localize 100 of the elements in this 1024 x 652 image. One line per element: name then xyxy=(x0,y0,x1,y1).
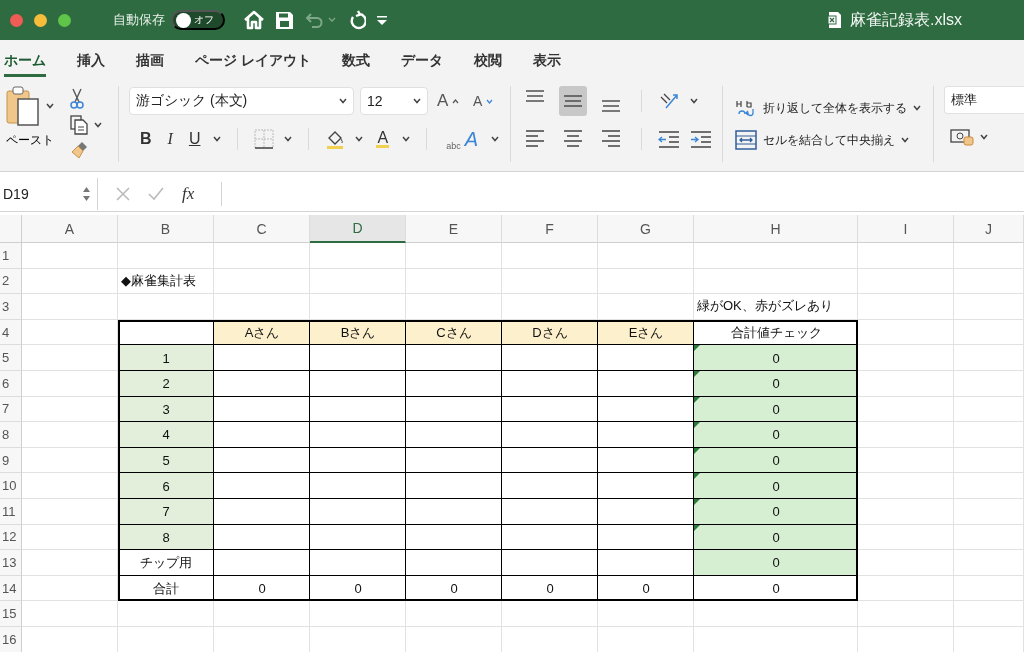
paintbrush-icon[interactable] xyxy=(70,140,90,160)
ribbon-tab[interactable]: データ xyxy=(400,40,443,77)
caret-icon[interactable] xyxy=(284,136,293,142)
column-header[interactable]: A xyxy=(22,215,118,243)
customize-menu-icon[interactable] xyxy=(376,14,388,26)
wrap-text-icon xyxy=(735,98,757,118)
column-header[interactable]: J xyxy=(954,215,1024,243)
check-cell: 0 xyxy=(694,498,858,525)
round-label-cell: 1 xyxy=(118,345,214,371)
sheet-cell xyxy=(954,345,1024,371)
table-cell: 合計 xyxy=(118,575,214,602)
number-format-dropdown[interactable]: 標準 xyxy=(944,86,1024,114)
column-header[interactable]: C xyxy=(214,215,310,243)
align-center-icon[interactable] xyxy=(563,128,583,148)
bold-button[interactable]: B xyxy=(137,128,155,150)
caret-icon[interactable] xyxy=(339,98,347,104)
window-control-icon[interactable] xyxy=(34,13,47,27)
align-right-icon[interactable] xyxy=(601,128,621,148)
row-header[interactable]: 2 xyxy=(0,268,22,295)
table-cell: チップ用 xyxy=(118,550,214,576)
home-icon[interactable] xyxy=(243,10,265,30)
accounting-format-icon[interactable] xyxy=(950,128,974,146)
checkmark-icon[interactable] xyxy=(148,186,164,201)
caret-icon[interactable] xyxy=(980,134,988,140)
row-header[interactable]: 11 xyxy=(0,498,22,525)
ribbon-tab[interactable]: 表示 xyxy=(532,40,561,77)
italic-button[interactable]: I xyxy=(164,128,176,150)
decrease-font-size-button[interactable]: A xyxy=(470,91,500,111)
player-header-cell: Dさん xyxy=(502,319,598,346)
round-label-cell: 6 xyxy=(118,473,214,499)
table-cell: 0 xyxy=(598,575,694,602)
row-header[interactable]: 4 xyxy=(0,319,22,346)
row-header[interactable]: 7 xyxy=(0,396,22,423)
redo-icon[interactable] xyxy=(348,10,366,30)
copy-icon[interactable] xyxy=(70,115,88,135)
insert-function-button[interactable]: fx xyxy=(182,183,195,204)
ribbon-tab[interactable]: 描画 xyxy=(136,40,164,77)
sheet-cell xyxy=(954,422,1024,448)
caret-icon[interactable] xyxy=(355,136,364,142)
caret-icon[interactable] xyxy=(402,136,411,142)
underline-button[interactable]: U xyxy=(185,128,204,150)
row-header[interactable]: 6 xyxy=(0,370,22,397)
borders-icon[interactable] xyxy=(254,129,275,149)
column-header[interactable]: D xyxy=(310,215,406,243)
sheet-cell xyxy=(954,243,1024,269)
font-name-dropdown[interactable]: 游ゴシック (本文) xyxy=(129,87,354,115)
align-left-icon[interactable] xyxy=(525,128,545,148)
check-cell: 0 xyxy=(694,422,858,448)
vertical-align-button[interactable] xyxy=(559,86,587,116)
row-header[interactable]: 1 xyxy=(0,243,22,269)
merge-cells-icon xyxy=(735,130,757,150)
caret-icon[interactable] xyxy=(213,136,222,142)
autosave-toggle[interactable]: オフ xyxy=(171,10,225,30)
row-header[interactable]: 12 xyxy=(0,524,22,551)
row-header[interactable]: 3 xyxy=(0,294,22,320)
ribbon-tab[interactable]: ページ レイアウト xyxy=(195,40,311,77)
row-header[interactable]: 14 xyxy=(0,575,22,602)
caret-icon[interactable] xyxy=(901,137,909,143)
row-header[interactable]: 13 xyxy=(0,550,22,576)
caret-icon[interactable] xyxy=(690,98,698,104)
merge-center-button[interactable]: セルを結合して中央揃え xyxy=(733,128,923,152)
column-header[interactable]: G xyxy=(598,215,694,243)
ribbon-tab[interactable]: 挿入 xyxy=(77,40,105,77)
caret-icon[interactable] xyxy=(413,98,421,104)
caret-icon[interactable] xyxy=(491,136,499,142)
scissors-icon[interactable] xyxy=(70,88,84,110)
font-size-dropdown[interactable]: 12 xyxy=(360,87,428,115)
increase-indent-icon[interactable] xyxy=(690,129,712,149)
column-header[interactable]: E xyxy=(406,215,502,243)
align-middle-icon xyxy=(563,95,583,107)
ribbon-tab[interactable]: ホーム xyxy=(4,40,46,77)
sheet-cell xyxy=(954,447,1024,474)
wrap-text-button[interactable]: 折り返して全体を表示する xyxy=(733,96,923,120)
fill-color-icon[interactable] xyxy=(325,129,346,149)
paste-button[interactable]: ペースト xyxy=(6,86,66,162)
caret-icon[interactable] xyxy=(913,105,921,111)
row-header[interactable]: 5 xyxy=(0,345,22,371)
window-control-icon[interactable] xyxy=(58,13,71,27)
decrease-indent-icon[interactable] xyxy=(658,129,680,149)
table-cell: 0 xyxy=(214,575,310,602)
increase-font-size-button[interactable]: A xyxy=(434,89,464,113)
ribbon-tab[interactable]: 校閲 xyxy=(473,40,502,77)
align-top-icon xyxy=(525,90,545,102)
row-header[interactable]: 10 xyxy=(0,473,22,499)
column-header[interactable]: H xyxy=(694,215,858,243)
row-header[interactable]: 9 xyxy=(0,447,22,474)
caret-icon[interactable] xyxy=(46,103,54,109)
sheet-cell xyxy=(954,473,1024,499)
check-cell: 0 xyxy=(694,370,858,397)
caret-icon[interactable] xyxy=(94,122,102,128)
row-header[interactable]: 8 xyxy=(0,422,22,448)
row-header[interactable]: 16 xyxy=(0,626,22,652)
text-orientation-icon[interactable] xyxy=(658,91,680,111)
ribbon-tab[interactable]: 数式 xyxy=(341,40,370,77)
column-header[interactable]: I xyxy=(858,215,954,243)
column-header[interactable]: B xyxy=(118,215,214,243)
column-header[interactable]: F xyxy=(502,215,598,243)
font-color-button[interactable]: A xyxy=(373,128,393,150)
save-icon[interactable] xyxy=(275,10,294,30)
row-header[interactable]: 15 xyxy=(0,601,22,627)
